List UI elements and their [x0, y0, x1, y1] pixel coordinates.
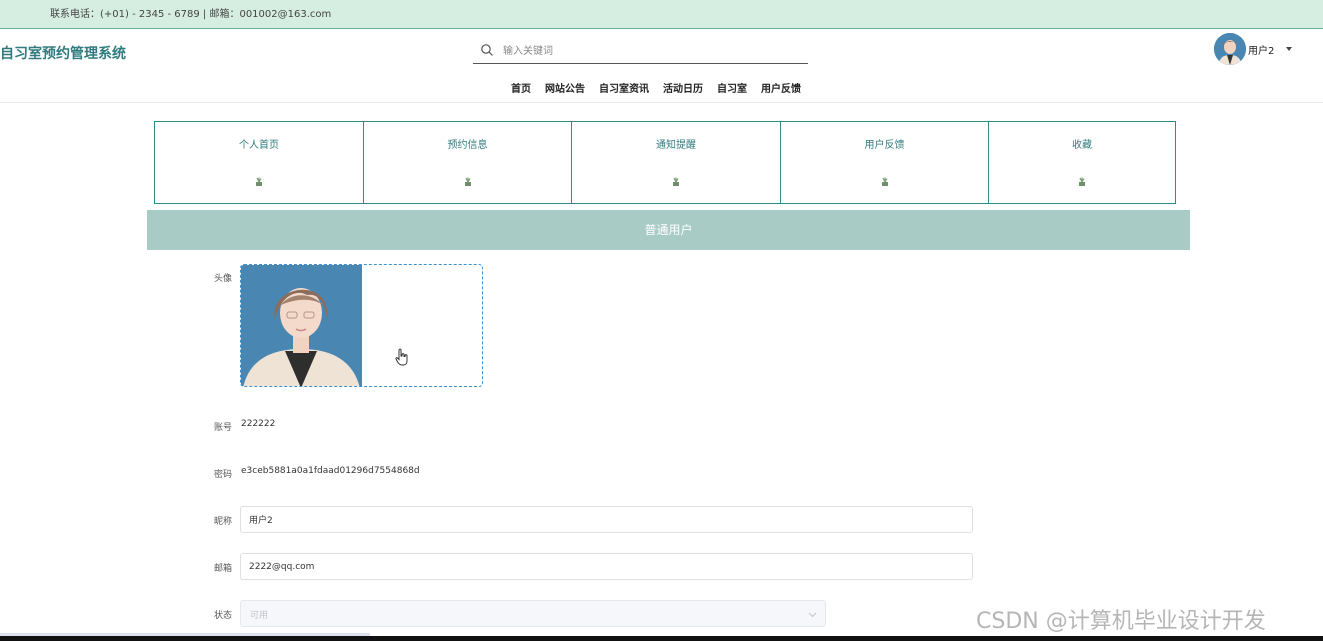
role-title: 普通用户 — [147, 210, 1190, 250]
site-title[interactable]: 自习室预约管理系统 — [0, 43, 126, 63]
nav-item-calendar[interactable]: 活动日历 — [663, 80, 703, 95]
avatar-label: 头像 — [213, 274, 232, 284]
nav-item-study-rooms[interactable]: 自习室 — [717, 80, 747, 95]
nickname-label: 昵称 — [213, 517, 232, 527]
search-bar — [473, 39, 808, 64]
chevron-down-icon — [808, 612, 817, 618]
tab-label: 用户反馈 — [864, 140, 905, 151]
account-value: 222222 — [241, 419, 276, 429]
nav-item-announcements[interactable]: 网站公告 — [545, 80, 585, 95]
password-value: e3ceb5881a0a1fdaad01296d7554868d — [241, 466, 420, 476]
tab-label: 收藏 — [1072, 140, 1092, 151]
nickname-field[interactable] — [240, 506, 973, 533]
caret-down-icon[interactable] — [1286, 47, 1293, 51]
avatar-upload[interactable] — [240, 264, 483, 387]
tab-label: 通知提醒 — [656, 140, 696, 151]
watermark: CSDN @计算机毕业设计开发 — [976, 609, 1266, 634]
nav-item-news[interactable]: 自习室资讯 — [599, 80, 649, 95]
nav-item-home[interactable]: 首页 — [511, 80, 531, 95]
account-label: 账号 — [213, 423, 232, 433]
password-label: 密码 — [213, 470, 232, 480]
status-label: 状态 — [213, 611, 232, 621]
top-contact-bar: 联系电话：(+01) - 2345 - 6789 | 邮箱：001002@163… — [0, 0, 1323, 29]
avatar[interactable] — [1214, 33, 1246, 65]
plant-icon — [673, 177, 679, 186]
email-label: 邮箱 — [213, 564, 232, 574]
avatar-image — [241, 265, 362, 386]
hand-cursor-icon — [395, 348, 408, 366]
search-icon[interactable] — [480, 43, 494, 57]
tab-reservations[interactable]: 预约信息 — [363, 121, 572, 204]
contact-info: 联系电话：(+01) - 2345 - 6789 | 邮箱：001002@163… — [50, 9, 332, 20]
plant-icon — [256, 177, 262, 186]
user-center-tabs: 个人首页 预约信息 通知提醒 用户反馈 收藏 — [154, 121, 1176, 204]
tab-feedback[interactable]: 用户反馈 — [780, 121, 989, 204]
plant-icon — [464, 177, 471, 186]
plant-icon — [881, 177, 888, 186]
tab-label: 个人首页 — [239, 140, 279, 151]
status-value: 可用 — [250, 611, 269, 621]
tab-favorites[interactable]: 收藏 — [988, 121, 1176, 204]
search-input[interactable] — [503, 43, 793, 59]
email-field[interactable] — [240, 553, 973, 580]
user-name[interactable]: 用户2 — [1248, 42, 1274, 57]
nav-item-feedback[interactable]: 用户反馈 — [761, 80, 801, 95]
status-select[interactable]: 可用 — [240, 600, 826, 627]
main-nav: 首页 网站公告 自习室资讯 活动日历 自习室 用户反馈 — [511, 80, 815, 95]
site-header: 自习室预约管理系统 用户2 首页 网站公告 自习室资讯 活动日历 自习室 用户反… — [0, 29, 1323, 103]
user-menu[interactable]: 用户2 — [1214, 33, 1293, 65]
tab-notifications[interactable]: 通知提醒 — [571, 121, 781, 204]
tab-label: 预约信息 — [447, 140, 488, 151]
tab-personal-home[interactable]: 个人首页 — [154, 121, 364, 204]
plant-icon — [1079, 177, 1085, 186]
bottom-edge — [0, 636, 1323, 641]
avatar-portrait — [1214, 33, 1246, 65]
